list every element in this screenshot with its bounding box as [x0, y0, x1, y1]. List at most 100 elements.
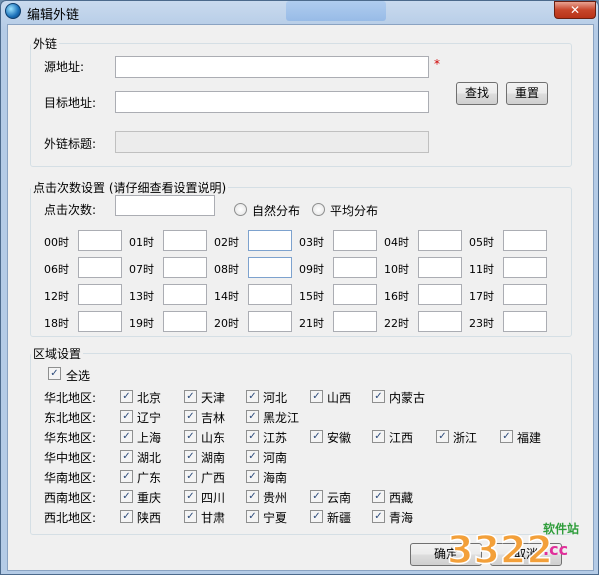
- hour-input[interactable]: [163, 311, 207, 332]
- hour-input[interactable]: [163, 230, 207, 251]
- hour-input[interactable]: [503, 257, 547, 278]
- title-bar[interactable]: 编辑外链 ✕: [1, 1, 598, 23]
- reset-button[interactable]: 重置: [506, 82, 548, 105]
- source-url-input[interactable]: [115, 56, 429, 78]
- hour-input[interactable]: [333, 230, 377, 251]
- select-all-checkbox[interactable]: [48, 367, 61, 380]
- province-label: 宁夏: [263, 511, 288, 525]
- province-checkbox[interactable]: [246, 430, 259, 443]
- hour-input[interactable]: [418, 230, 462, 251]
- hour-input[interactable]: [78, 311, 122, 332]
- close-button[interactable]: ✕: [554, 1, 596, 19]
- hour-label: 13时: [129, 290, 154, 303]
- province-checkbox[interactable]: [184, 390, 197, 403]
- province-label: 湖南: [201, 451, 226, 465]
- hour-input[interactable]: [418, 257, 462, 278]
- hour-input[interactable]: [248, 257, 292, 278]
- hour-input[interactable]: [163, 257, 207, 278]
- province-label: 江西: [389, 431, 414, 445]
- province-checkbox[interactable]: [246, 470, 259, 483]
- province-checkbox[interactable]: [184, 510, 197, 523]
- hour-input[interactable]: [503, 284, 547, 305]
- province-checkbox[interactable]: [120, 470, 133, 483]
- province-checkbox[interactable]: [246, 390, 259, 403]
- province-checkbox[interactable]: [184, 470, 197, 483]
- hour-input[interactable]: [333, 257, 377, 278]
- province-label: 黑龙江: [263, 411, 300, 425]
- hour-input[interactable]: [418, 311, 462, 332]
- region-group-legend: 区域设置: [33, 347, 82, 361]
- hour-label: 21时: [299, 317, 324, 330]
- average-distribution-radio[interactable]: [312, 203, 325, 216]
- link-group-legend: 外链: [33, 37, 58, 51]
- province-label: 内蒙古: [389, 391, 426, 405]
- dialog-window: 编辑外链 ✕ 外链 源地址: * 目标地址: 外链标题: 查找 重置 点击次数设…: [0, 0, 599, 575]
- province-checkbox[interactable]: [184, 490, 197, 503]
- hour-label: 20时: [214, 317, 239, 330]
- province-label: 青海: [389, 511, 414, 525]
- hour-input[interactable]: [78, 257, 122, 278]
- hour-label: 04时: [384, 236, 409, 249]
- province-checkbox[interactable]: [246, 410, 259, 423]
- province-checkbox[interactable]: [246, 490, 259, 503]
- click-count-label: 点击次数:: [44, 203, 97, 217]
- background-tab: [286, 1, 386, 21]
- province-checkbox[interactable]: [310, 390, 323, 403]
- cancel-button[interactable]: 取消: [490, 543, 562, 566]
- province-checkbox[interactable]: [184, 450, 197, 463]
- province-checkbox[interactable]: [246, 510, 259, 523]
- select-all-label: 全选: [66, 369, 91, 383]
- province-checkbox[interactable]: [372, 430, 385, 443]
- province-checkbox[interactable]: [372, 490, 385, 503]
- province-label: 福建: [517, 431, 542, 445]
- province-checkbox[interactable]: [310, 430, 323, 443]
- hour-label: 11时: [469, 263, 494, 276]
- hour-input[interactable]: [248, 230, 292, 251]
- province-label: 湖北: [137, 451, 162, 465]
- province-checkbox[interactable]: [120, 510, 133, 523]
- natural-distribution-radio[interactable]: [234, 203, 247, 216]
- province-label: 天津: [201, 391, 226, 405]
- hour-input[interactable]: [333, 311, 377, 332]
- province-label: 上海: [137, 431, 162, 445]
- required-mark: *: [434, 57, 440, 71]
- hour-input[interactable]: [503, 230, 547, 251]
- target-label: 目标地址:: [44, 96, 97, 110]
- hour-input[interactable]: [333, 284, 377, 305]
- province-checkbox[interactable]: [120, 410, 133, 423]
- province-checkbox[interactable]: [120, 390, 133, 403]
- hour-label: 19时: [129, 317, 154, 330]
- region-name-label: 华北地区:: [44, 391, 97, 405]
- hour-input[interactable]: [248, 311, 292, 332]
- province-checkbox[interactable]: [372, 390, 385, 403]
- province-label: 河南: [263, 451, 288, 465]
- province-checkbox[interactable]: [184, 410, 197, 423]
- province-checkbox[interactable]: [310, 510, 323, 523]
- ok-button[interactable]: 确定: [410, 543, 482, 566]
- province-checkbox[interactable]: [310, 490, 323, 503]
- hour-input[interactable]: [163, 284, 207, 305]
- hour-input[interactable]: [78, 230, 122, 251]
- target-url-input[interactable]: [115, 91, 429, 113]
- province-checkbox[interactable]: [120, 450, 133, 463]
- click-count-input[interactable]: [115, 195, 215, 216]
- province-checkbox[interactable]: [120, 430, 133, 443]
- province-checkbox[interactable]: [184, 430, 197, 443]
- province-checkbox[interactable]: [372, 510, 385, 523]
- hour-input[interactable]: [503, 311, 547, 332]
- average-distribution-label: 平均分布: [330, 204, 379, 218]
- province-checkbox[interactable]: [500, 430, 513, 443]
- province-checkbox[interactable]: [246, 450, 259, 463]
- hour-label: 01时: [129, 236, 154, 249]
- province-checkbox[interactable]: [120, 490, 133, 503]
- province-label: 西藏: [389, 491, 414, 505]
- hour-input[interactable]: [78, 284, 122, 305]
- window-title: 编辑外链: [27, 8, 80, 23]
- find-button[interactable]: 查找: [456, 82, 498, 105]
- hour-input[interactable]: [418, 284, 462, 305]
- hour-label: 15时: [299, 290, 324, 303]
- hour-input[interactable]: [248, 284, 292, 305]
- hour-label: 00时: [44, 236, 69, 249]
- province-checkbox[interactable]: [436, 430, 449, 443]
- province-label: 江苏: [263, 431, 288, 445]
